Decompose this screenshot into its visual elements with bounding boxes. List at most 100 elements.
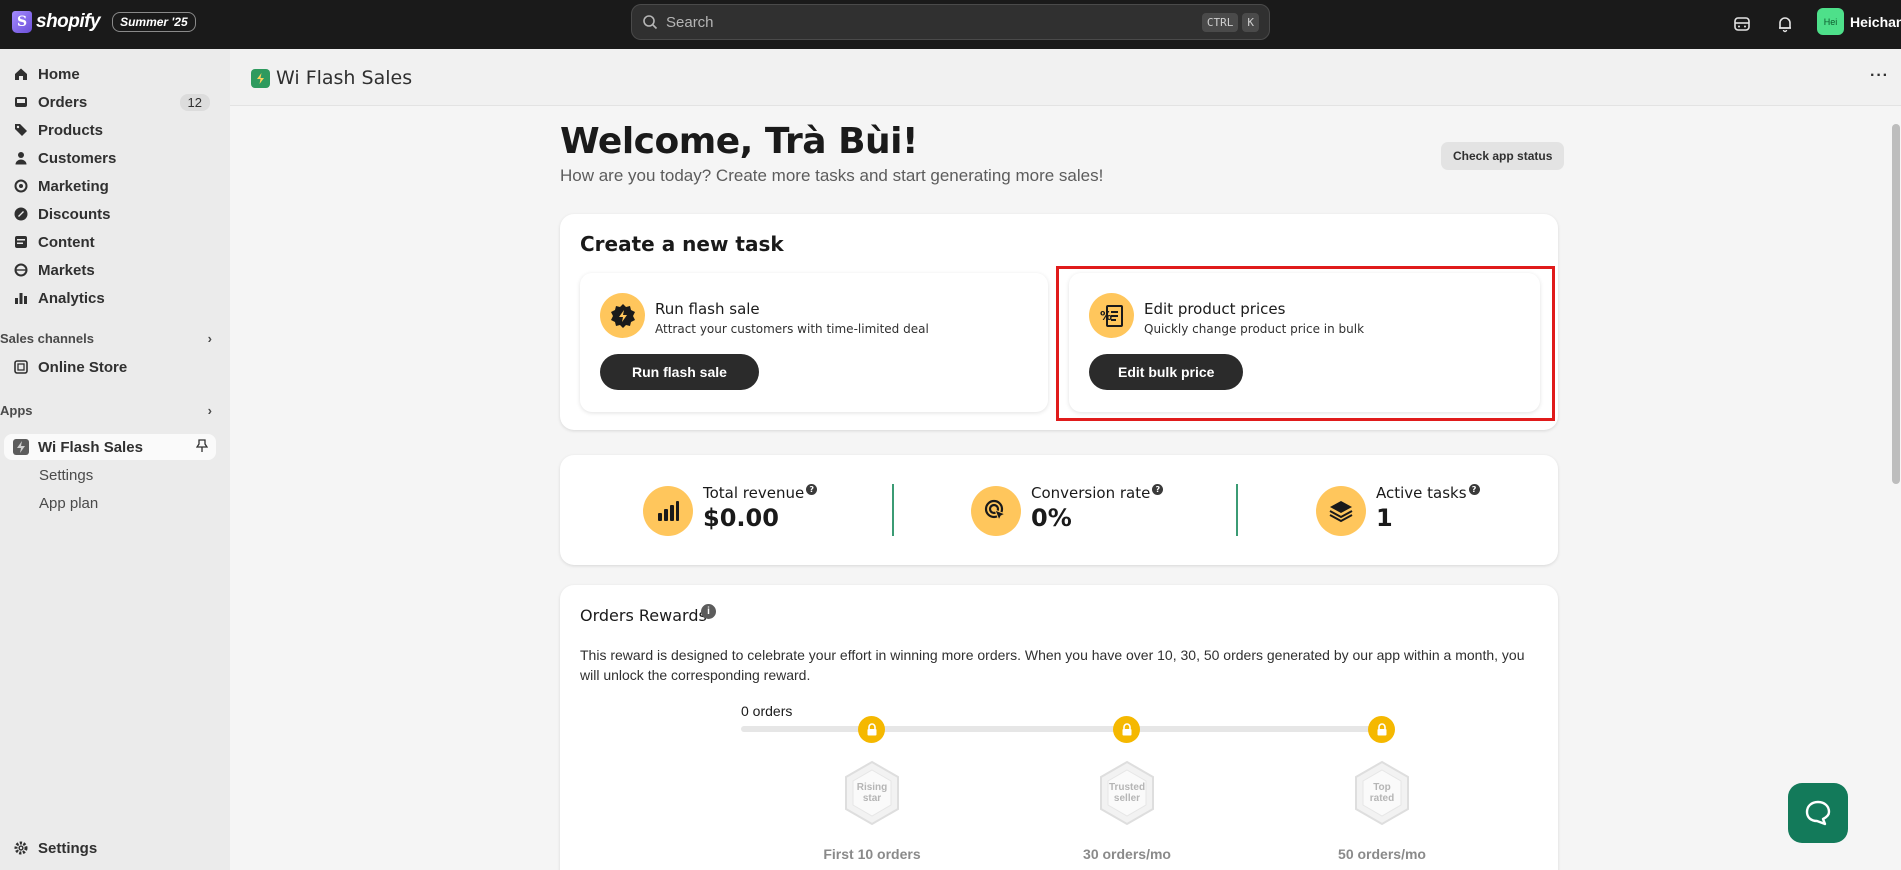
layers-icon	[1316, 486, 1366, 536]
info-icon[interactable]: i	[701, 604, 716, 619]
apps-header[interactable]: Apps ›	[0, 403, 218, 418]
sidebar-item-products[interactable]: Products	[0, 117, 218, 143]
store-switcher-icon[interactable]	[1731, 13, 1753, 35]
edition-badge[interactable]: Summer '25	[112, 12, 196, 32]
chevron-right-icon: ›	[207, 403, 212, 418]
task-description: Attract your customers with time-limited…	[655, 322, 929, 336]
badge-line: Top	[1373, 782, 1391, 793]
tier-label: 30 orders/mo	[1083, 846, 1171, 862]
chevron-right-icon: ›	[207, 331, 212, 346]
rewards-progress-track	[741, 726, 1381, 732]
sidebar-item-wi-flash-sales[interactable]: Wi Flash Sales	[4, 434, 216, 460]
sidebar-item-label: Settings	[38, 839, 98, 857]
sidebar-item-label: Marketing	[38, 177, 109, 195]
apps-label: Apps	[0, 403, 33, 418]
sidebar-item-customers[interactable]: Customers	[0, 145, 218, 171]
home-icon	[13, 66, 29, 82]
sidebar-item-home[interactable]: Home	[0, 61, 218, 87]
stat-label: Conversion rate	[1031, 484, 1151, 502]
sidebar-item-markets[interactable]: Markets	[0, 257, 218, 283]
sidebar-item-label: Wi Flash Sales	[38, 438, 143, 456]
badge-line: star	[862, 793, 882, 804]
sales-channels-header[interactable]: Sales channels ›	[0, 331, 218, 346]
sidebar-item-label: Content	[38, 233, 95, 251]
sidebar-item-orders[interactable]: Orders 12	[0, 89, 218, 115]
app-header: Wi Flash Sales ···	[230, 49, 1901, 106]
chart-icon	[13, 290, 29, 306]
top-bar: S shopify Summer '25 Search CTRL K Hei H…	[0, 0, 1901, 49]
check-app-status-button[interactable]: Check app status	[1441, 142, 1565, 170]
search-icon	[643, 15, 658, 30]
badge-line: seller	[1113, 793, 1141, 804]
sidebar-subitem-settings[interactable]: Settings	[39, 467, 93, 484]
discount-icon	[13, 206, 29, 222]
bar-chart-icon	[643, 486, 693, 536]
sidebar-item-label: Online Store	[38, 358, 128, 376]
user-menu[interactable]: Hei Heichan	[1817, 8, 1901, 35]
sidebar-item-label: Customers	[38, 149, 117, 167]
chat-support-button[interactable]	[1788, 783, 1848, 843]
highlight-box	[1056, 266, 1555, 421]
stat-value: 0%	[1031, 504, 1072, 532]
inbox-icon	[13, 94, 29, 110]
bell-icon[interactable]	[1774, 13, 1796, 35]
task-title: Run flash sale	[655, 300, 760, 318]
help-icon[interactable]: ?	[1468, 484, 1480, 495]
orders-count: 0 orders	[741, 703, 793, 719]
shopify-logo[interactable]: S shopify Summer '25	[12, 11, 196, 33]
app-title: Wi Flash Sales	[276, 67, 413, 89]
badge-line: Rising	[856, 782, 888, 793]
sidebar-item-label: Discounts	[38, 205, 111, 223]
sales-channels-label: Sales channels	[0, 331, 94, 346]
search-bar[interactable]: Search CTRL K	[631, 4, 1270, 40]
run-flash-sale-button[interactable]: Run flash sale	[600, 354, 759, 390]
help-icon[interactable]: ?	[806, 484, 818, 495]
stat-label: Active tasks	[1376, 484, 1467, 502]
scrollbar[interactable]	[1891, 108, 1901, 870]
badge-rising-star: Rising star	[842, 760, 902, 826]
cursor-target-icon	[971, 486, 1021, 536]
chat-icon	[1805, 800, 1831, 826]
lock-icon	[1368, 716, 1395, 743]
store-icon	[13, 359, 29, 375]
stat-value: 1	[1376, 504, 1393, 532]
user-name: Heichan	[1850, 13, 1901, 30]
person-icon	[13, 150, 29, 166]
shortcut-k: K	[1242, 12, 1259, 32]
badge-top-rated: Top rated	[1352, 760, 1412, 826]
welcome-subtitle: How are you today? Create more tasks and…	[560, 166, 1104, 185]
stat-label: Total revenue	[703, 484, 805, 502]
sidebar-item-content[interactable]: Content	[0, 229, 218, 255]
help-icon[interactable]: ?	[1152, 484, 1164, 495]
target-icon	[13, 178, 29, 194]
lock-icon	[1113, 716, 1140, 743]
rewards-title: Orders Rewards	[580, 606, 707, 625]
brand-name: shopify	[36, 11, 101, 32]
sidebar-item-online-store[interactable]: Online Store	[0, 354, 218, 380]
sidebar-subitem-app-plan[interactable]: App plan	[39, 495, 98, 512]
content-icon	[13, 234, 29, 250]
badge-line: Trusted	[1108, 782, 1146, 793]
more-actions-button[interactable]: ···	[1870, 67, 1889, 85]
avatar: Hei	[1817, 8, 1844, 35]
sidebar-item-label: Orders	[38, 93, 88, 111]
tag-icon	[13, 122, 29, 138]
pin-icon[interactable]	[195, 439, 209, 457]
badge-trusted-seller: Trusted seller	[1097, 760, 1157, 826]
app-icon	[13, 439, 29, 455]
scroll-thumb[interactable]	[1892, 124, 1900, 484]
tier-label: First 10 orders	[823, 846, 921, 862]
sidebar-item-label: Analytics	[38, 289, 105, 307]
sidebar-item-settings[interactable]: Settings	[0, 835, 218, 861]
divider	[1236, 484, 1238, 536]
divider	[892, 484, 894, 536]
rewards-description: This reward is designed to celebrate you…	[580, 647, 1525, 683]
flash-sale-icon	[600, 293, 645, 338]
sidebar-item-label: Products	[38, 121, 104, 139]
stat-value: $0.00	[703, 504, 779, 532]
sidebar-item-marketing[interactable]: Marketing	[0, 173, 218, 199]
sidebar-item-analytics[interactable]: Analytics	[0, 285, 218, 311]
wi-flash-sales-icon	[251, 69, 270, 88]
sidebar-item-discounts[interactable]: Discounts	[0, 201, 218, 227]
search-placeholder: Search	[666, 13, 714, 31]
